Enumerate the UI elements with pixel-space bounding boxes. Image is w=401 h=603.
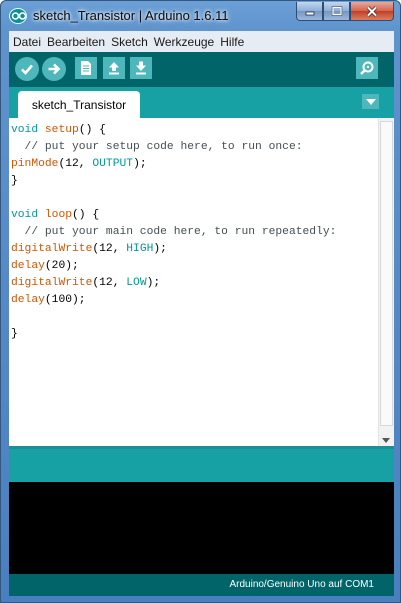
verify-icon: [21, 64, 33, 75]
code-line: digitalWrite(12, HIGH);: [11, 241, 336, 258]
menu-hilfe[interactable]: Hilfe: [220, 35, 244, 49]
status-bar: [9, 446, 394, 482]
code-line-11: delay(100);: [11, 294, 86, 306]
window-frame: sketch_Transistor | Arduino 1.6.11 Datei…: [0, 0, 401, 603]
maximize-icon: [331, 6, 342, 16]
code-line: void setup() {: [11, 122, 336, 139]
code-line-2: // put your setup code here, to run once…: [11, 141, 303, 153]
code-line-3: pinMode(12, OUTPUT);: [11, 158, 147, 170]
code-line: pinMode(12, OUTPUT);: [11, 156, 336, 173]
upload-icon: [48, 63, 61, 75]
toolbar: [9, 52, 394, 87]
code-line-1: void setup() {: [11, 124, 106, 136]
maximize-button[interactable]: [323, 2, 350, 21]
code-line: delay(100);: [11, 292, 336, 309]
upload-button[interactable]: [42, 57, 66, 81]
code-line: delay(20);: [11, 258, 336, 275]
serial-monitor-icon: [360, 61, 374, 75]
code-line-6: void loop() {: [11, 209, 100, 221]
close-icon: [366, 5, 378, 17]
save-icon: [136, 61, 146, 75]
vertical-scrollbar[interactable]: [378, 118, 394, 446]
title-bar[interactable]: sketch_Transistor | Arduino 1.6.11: [1, 1, 400, 31]
code-line-8: digitalWrite(12, HIGH);: [11, 243, 167, 255]
code-line: // put your setup code here, to run once…: [11, 139, 336, 156]
new-icon: [81, 61, 91, 75]
scroll-down-arrow-icon[interactable]: [382, 438, 390, 443]
code-line-13: }: [11, 328, 18, 340]
menu-datei[interactable]: Datei: [13, 35, 41, 49]
code-line: ​: [11, 309, 336, 326]
open-button[interactable]: [103, 57, 125, 79]
tab-label: sketch_Transistor: [31, 97, 127, 112]
close-button[interactable]: [350, 2, 394, 21]
minimize-button[interactable]: [296, 2, 323, 21]
scrollbar-thumb[interactable]: [380, 121, 393, 426]
open-icon: [109, 62, 119, 75]
menu-bar: Datei Bearbeiten Sketch Werkzeuge Hilfe: [9, 31, 394, 52]
code-editor[interactable]: void setup() { // put your setup code he…: [9, 118, 394, 446]
code-line: digitalWrite(12, LOW);: [11, 275, 336, 292]
footer-bar: Arduino/Genuino Uno auf COM1: [9, 574, 394, 596]
window-controls: [296, 2, 394, 22]
code-line: ​: [11, 190, 336, 207]
serial-monitor-button[interactable]: [356, 57, 378, 79]
menu-bearbeiten[interactable]: Bearbeiten: [47, 35, 105, 49]
code-line-7: // put your main code here, to run repea…: [11, 226, 337, 238]
code-line: // put your main code here, to run repea…: [11, 224, 337, 241]
code-line-10: digitalWrite(12, LOW);: [11, 277, 161, 289]
tab-menu-button[interactable]: [362, 94, 379, 109]
save-button[interactable]: [130, 57, 152, 79]
arduino-logo-icon: [9, 8, 27, 24]
new-button[interactable]: [75, 57, 97, 79]
menu-werkzeuge[interactable]: Werkzeuge: [154, 35, 214, 49]
menu-sketch[interactable]: Sketch: [111, 35, 148, 49]
window-title: sketch_Transistor | Arduino 1.6.11: [33, 8, 229, 23]
client-area: Datei Bearbeiten Sketch Werkzeuge Hilfe: [9, 31, 394, 596]
minimize-icon: [305, 11, 314, 16]
tab-sketch-transistor[interactable]: sketch_Transistor: [18, 91, 140, 118]
tab-strip: sketch_Transistor: [9, 87, 394, 118]
code-line: }: [11, 326, 336, 343]
code-area[interactable]: void setup() { // put your setup code he…: [11, 122, 336, 343]
code-line: }: [11, 173, 336, 190]
code-line: void loop() {: [11, 207, 336, 224]
verify-button[interactable]: [15, 57, 39, 81]
console-output[interactable]: [9, 482, 394, 574]
code-line-9: delay(20);: [11, 260, 79, 272]
board-port-info: Arduino/Genuino Uno auf COM1: [229, 579, 374, 590]
code-line-4: }: [11, 175, 18, 187]
chevron-down-icon: [365, 98, 376, 105]
